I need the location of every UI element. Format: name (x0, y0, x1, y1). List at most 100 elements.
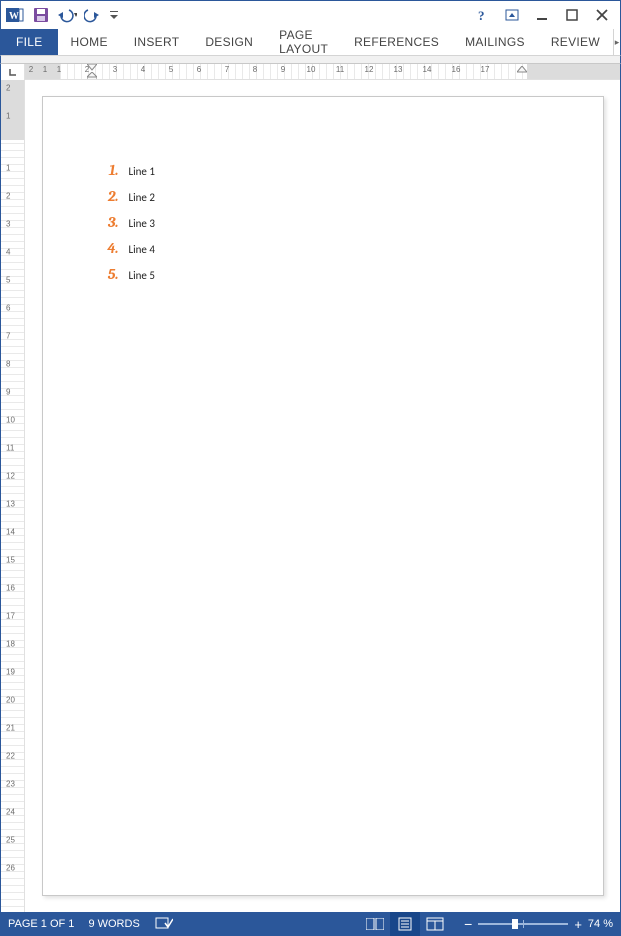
page[interactable]: 1. Line 1 2. Line 2 3. Line 3 4. Line 4 … (42, 96, 604, 896)
list-text[interactable]: Line 5 (129, 269, 155, 282)
status-bar: PAGE 1 OF 1 9 WORDS − + 74 % (0, 912, 621, 936)
tab-home[interactable]: HOME (58, 29, 121, 55)
h-ruler-label: 1 (43, 65, 47, 74)
list-item[interactable]: 1. Line 1 (103, 161, 543, 179)
word-app-icon: W (5, 5, 25, 25)
v-ruler-label: 3 (6, 220, 10, 229)
svg-text:?: ? (478, 8, 485, 22)
h-ruler-label: 11 (336, 65, 344, 74)
zoom-control: − + 74 % (464, 916, 613, 932)
v-ruler-label: 12 (6, 472, 15, 481)
title-bar: W ? (0, 0, 621, 29)
v-ruler-label: 22 (6, 752, 15, 761)
list-item[interactable]: 3. Line 3 (103, 213, 543, 231)
h-ruler-label: 8 (253, 65, 257, 74)
h-ruler-label: 2 (29, 65, 33, 74)
list-item[interactable]: 4. Line 4 (103, 239, 543, 257)
v-ruler-label: 20 (6, 696, 15, 705)
h-ruler-label: 3 (113, 65, 117, 74)
v-ruler-top-margin (1, 80, 24, 140)
v-ruler-label: 5 (6, 276, 10, 285)
redo-icon[interactable] (83, 5, 103, 25)
restore-icon[interactable] (562, 5, 582, 25)
customize-qat-icon[interactable] (109, 5, 119, 25)
svg-text:W: W (9, 11, 19, 22)
v-ruler-label: 26 (6, 864, 15, 873)
zoom-value[interactable]: 74 % (588, 918, 613, 930)
quick-access-toolbar: W (5, 5, 119, 25)
undo-icon[interactable] (57, 5, 77, 25)
workspace: 2112345678910111213141516171819202122232… (0, 80, 621, 912)
h-ruler-label: 13 (394, 65, 403, 74)
window-controls: ? (472, 5, 616, 25)
list-number: 5. (103, 265, 119, 283)
v-ruler-label: 1 (6, 112, 10, 121)
v-ruler-label: 25 (6, 836, 15, 845)
list-text[interactable]: Line 4 (129, 243, 155, 256)
h-ruler-label: 16 (452, 65, 461, 74)
close-icon[interactable] (592, 5, 612, 25)
tab-file[interactable]: FILE (1, 29, 58, 55)
list-item[interactable]: 5. Line 5 (103, 265, 543, 283)
list-text[interactable]: Line 3 (129, 217, 155, 230)
tab-selector-icon[interactable] (1, 64, 25, 80)
v-ruler-label: 9 (6, 388, 10, 397)
right-indent-icon[interactable] (517, 66, 527, 75)
v-ruler-label: 19 (6, 668, 15, 677)
zoom-out-icon[interactable]: − (464, 916, 472, 932)
web-layout-icon[interactable] (420, 912, 450, 936)
tab-design[interactable]: DESIGN (192, 29, 266, 55)
ribbon-display-options-icon[interactable] (502, 5, 522, 25)
horizontal-ruler[interactable]: 2112345678910111213141617 (25, 64, 620, 80)
list-number: 4. (103, 239, 119, 257)
v-ruler-label: 14 (6, 528, 15, 537)
list-number: 3. (103, 213, 119, 231)
zoom-in-icon[interactable]: + (574, 917, 582, 932)
document-area[interactable]: 1. Line 1 2. Line 2 3. Line 3 4. Line 4 … (25, 80, 620, 912)
v-ruler-label: 21 (6, 724, 15, 733)
v-ruler-label: 2 (6, 84, 10, 93)
list-text[interactable]: Line 2 (129, 191, 155, 204)
h-ruler-label: 9 (281, 65, 285, 74)
h-ruler-label: 12 (365, 65, 374, 74)
tab-references[interactable]: REFERENCES (341, 29, 452, 55)
tab-page-layout[interactable]: PAGE LAYOUT (266, 29, 341, 55)
vertical-ruler[interactable]: 2112345678910111213141516171819202122232… (1, 80, 25, 912)
list-item[interactable]: 2. Line 2 (103, 187, 543, 205)
v-ruler-label: 24 (6, 808, 15, 817)
v-ruler-label: 16 (6, 584, 15, 593)
minimize-icon[interactable] (532, 5, 552, 25)
h-ruler-label: 14 (423, 65, 432, 74)
status-page[interactable]: PAGE 1 OF 1 (8, 918, 74, 930)
v-ruler-label: 2 (6, 192, 10, 201)
tab-insert[interactable]: INSERT (121, 29, 193, 55)
v-ruler-label: 11 (6, 444, 14, 453)
list-text[interactable]: Line 1 (129, 165, 155, 178)
v-ruler-label: 23 (6, 780, 15, 789)
v-ruler-label: 6 (6, 304, 10, 313)
status-words[interactable]: 9 WORDS (88, 918, 139, 930)
list-number: 1. (103, 161, 119, 179)
tab-mailings[interactable]: MAILINGS (452, 29, 538, 55)
v-ruler-label: 18 (6, 640, 15, 649)
view-buttons (360, 912, 450, 936)
ribbon-collapsed-band (0, 56, 621, 64)
zoom-thumb[interactable] (512, 919, 518, 929)
list-number: 2. (103, 187, 119, 205)
tabs-overflow-icon[interactable]: ▸ (613, 29, 620, 55)
v-ruler-label: 15 (6, 556, 15, 565)
v-ruler-label: 4 (6, 248, 10, 257)
zoom-slider[interactable] (478, 923, 568, 925)
left-indent-icon[interactable] (87, 72, 97, 80)
h-ruler-label: 10 (307, 65, 316, 74)
print-layout-icon[interactable] (390, 912, 420, 936)
help-icon[interactable]: ? (472, 5, 492, 25)
tab-review[interactable]: REVIEW (538, 29, 613, 55)
ribbon-tabs: FILE HOME INSERT DESIGN PAGE LAYOUT REFE… (0, 29, 621, 56)
h-ruler-label: 7 (225, 65, 229, 74)
spellcheck-icon[interactable] (154, 914, 174, 934)
read-mode-icon[interactable] (360, 912, 390, 936)
save-icon[interactable] (31, 5, 51, 25)
v-ruler-label: 17 (6, 612, 15, 621)
v-ruler-label: 13 (6, 500, 15, 509)
